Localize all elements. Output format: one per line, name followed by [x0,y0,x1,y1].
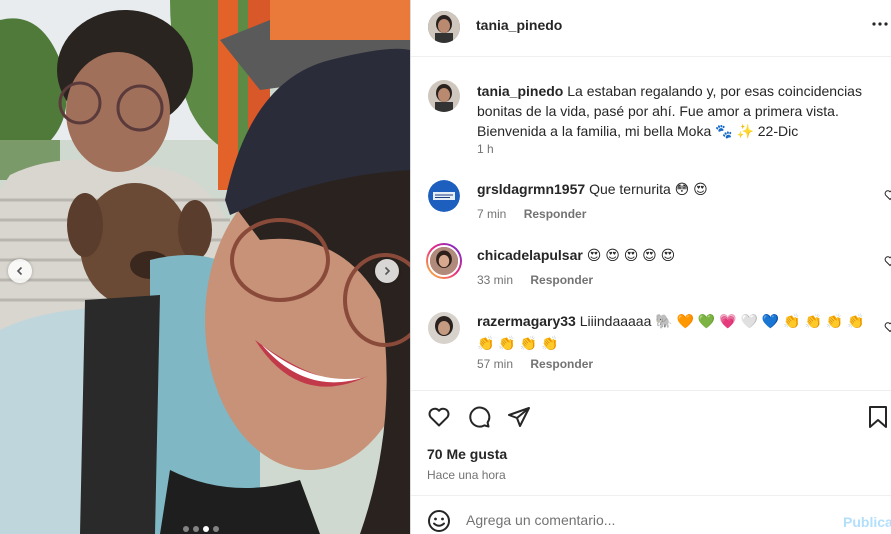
emoji-icon[interactable] [427,509,451,533]
caption-avatar[interactable] [428,80,460,112]
bookmark-icon[interactable] [867,405,889,429]
comment-username[interactable]: razermagary33 [477,313,576,329]
chevron-right-icon [384,266,391,276]
caption-time: 1 h [477,142,494,156]
carousel-prev-button[interactable] [8,259,32,283]
caption: tania_pinedo La estaban regalando y, por… [477,81,877,141]
carousel-dot [193,526,199,532]
chevron-left-icon [16,266,23,276]
comment-username[interactable]: grsldagrmn1957 [477,181,585,197]
author-avatar-image [428,11,460,43]
comments-list[interactable]: tania_pinedo La estaban regalando y, por… [411,58,891,390]
comment-meta: 7 min Responder [477,207,586,221]
post-header: tania_pinedo [411,0,891,57]
author-avatar[interactable] [428,11,460,43]
post-actions: 70 Me gusta Hace una hora [411,390,891,495]
reply-button[interactable]: Responder [530,273,593,287]
photo-scene [0,0,410,534]
caption-avatar-image [428,80,460,112]
carousel-dot [213,526,219,532]
caption-username[interactable]: tania_pinedo [477,83,563,99]
post-time[interactable]: Hace una hora [427,468,506,482]
add-comment-bar: Publicar [411,495,891,534]
comment-username[interactable]: chicadelapulsar [477,247,583,263]
more-options-icon[interactable] [872,22,888,26]
comment-avatar-image [428,312,460,344]
comment-avatar-story[interactable] [426,243,462,279]
author-username[interactable]: tania_pinedo [476,17,562,33]
reply-button[interactable]: Responder [530,357,593,371]
comment-like-icon[interactable] [884,189,891,201]
comment-meta: 57 min Responder [477,357,593,371]
carousel-dot-active [203,526,209,532]
comment-item: chicadelapulsar 😍 😍 😍 😍 😍 [477,244,887,266]
carousel-next-button[interactable] [375,259,399,283]
comment-item: razermagary33 Liiindaaaaa 🐘 🧡 💚 💗 🤍 💙 👏 … [477,310,877,354]
reply-button[interactable]: Responder [524,207,587,221]
post-photo[interactable] [0,0,410,534]
comment-meta: 33 min Responder [477,273,593,287]
share-icon[interactable] [507,405,531,429]
post-sidebar: tania_pinedo tania_pinedo La estaban reg… [410,0,891,534]
comment-text: Que ternurita 😳 😍 [589,181,708,197]
comment-avatar-image [428,245,460,277]
likes-count[interactable]: 70 Me gusta [427,446,507,462]
comment-avatar[interactable] [428,180,460,212]
comment-time: 57 min [477,357,514,371]
publish-button[interactable]: Publicar [843,514,891,530]
comment-like-icon[interactable] [884,255,891,267]
comment-text: 😍 😍 😍 😍 😍 [586,247,676,263]
carousel-dots [183,526,219,532]
comment-icon[interactable] [467,405,491,429]
comment-time: 33 min [477,273,514,287]
comment-input[interactable] [466,512,826,528]
comment-item: grsldagrmn1957 Que ternurita 😳 😍 [477,178,887,200]
comment-avatar-image [428,180,460,212]
comment-like-icon[interactable] [884,321,891,333]
heart-icon[interactable] [427,405,451,429]
carousel-dot [183,526,189,532]
comment-time: 7 min [477,207,507,221]
comment-avatar[interactable] [428,312,460,344]
